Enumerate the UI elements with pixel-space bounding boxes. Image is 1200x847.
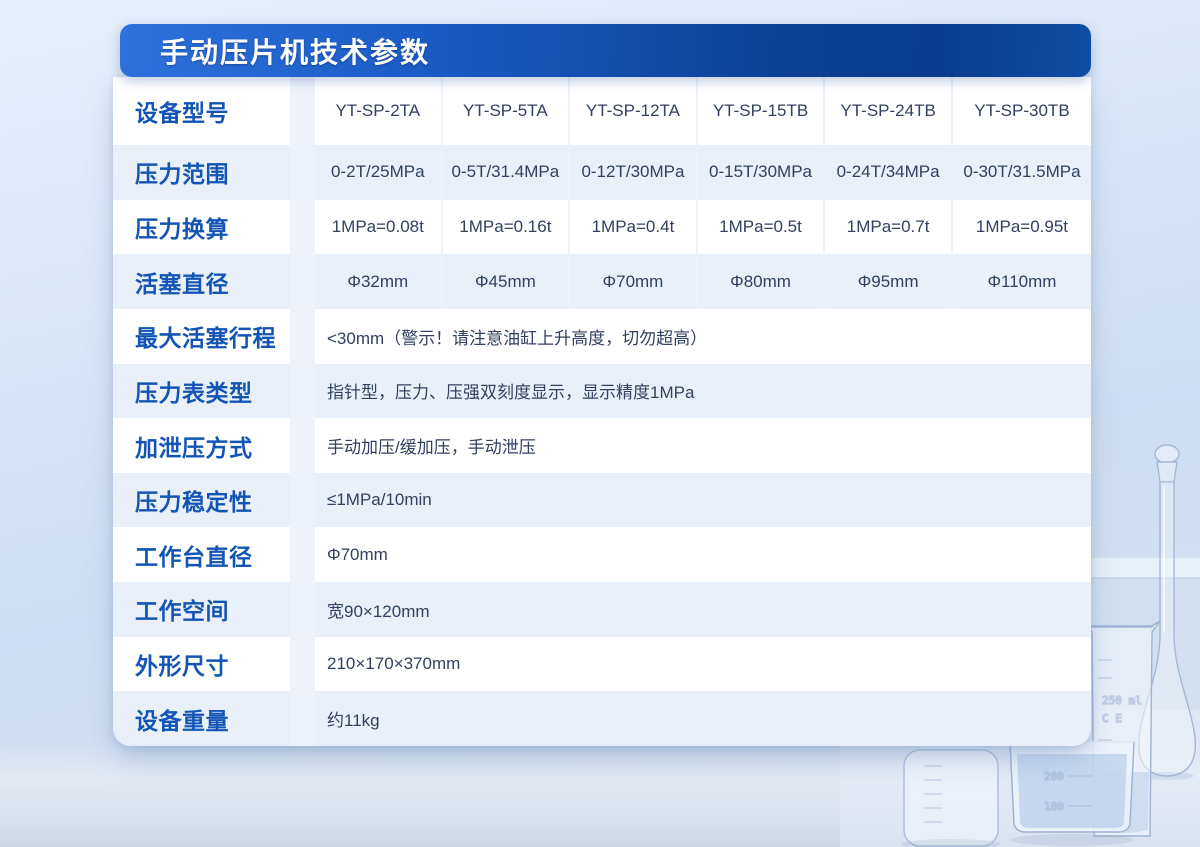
column-gutter	[290, 145, 315, 200]
column-gutter	[290, 418, 315, 473]
model-cell: YT-SP-12TA	[568, 77, 696, 145]
table-row-pressurize-method: 加泄压方式 手动加压/缓加压，手动泄压	[113, 418, 1091, 473]
value-cell: 0-12T/30MPa	[568, 145, 696, 200]
value-cell: 1MPa=0.4t	[568, 199, 696, 255]
value-cell: ≤1MPa/10min	[327, 490, 432, 510]
column-gutter	[290, 636, 315, 692]
value-cell: 1MPa=0.16t	[440, 199, 569, 255]
value-cell: Φ110mm	[950, 254, 1091, 309]
table-row-pressure-range: 压力范围 0-2T/25MPa 0-5T/31.4MPa 0-12T/30MPa…	[113, 145, 1091, 200]
value-cell: 0-30T/31.5MPa	[950, 145, 1091, 200]
table-row-weight: 设备重量 约11kg	[113, 691, 1091, 746]
row-label: 压力表类型	[135, 379, 253, 406]
svg-text:100: 100	[1044, 800, 1064, 813]
table-row-pressure-stability: 压力稳定性 ≤1MPa/10min	[113, 472, 1091, 528]
value-cell: 0-5T/31.4MPa	[440, 145, 569, 200]
svg-text:250 ml: 250 ml	[1102, 694, 1142, 707]
column-gutter	[290, 363, 315, 419]
column-gutter	[290, 254, 315, 309]
value-cell: 1MPa=0.95t	[950, 199, 1091, 255]
row-values: 1MPa=0.08t 1MPa=0.16t 1MPa=0.4t 1MPa=0.5…	[315, 199, 1091, 255]
model-cell: YT-SP-30TB	[950, 77, 1091, 145]
page-title: 手动压片机技术参数	[160, 37, 431, 69]
svg-text:200: 200	[1044, 770, 1064, 783]
value-cell: Φ70mm	[568, 254, 696, 309]
row-label: 活塞直径	[135, 270, 229, 297]
graduated-bottle-icon	[903, 749, 999, 847]
row-values: YT-SP-2TA YT-SP-5TA YT-SP-12TA YT-SP-15T…	[315, 77, 1091, 145]
section-title-banner: 手动压片机技术参数	[120, 24, 1091, 77]
table-row-piston-diameter: 活塞直径 Φ32mm Φ45mm Φ70mm Φ80mm Φ95mm Φ110m…	[113, 254, 1091, 309]
model-cell: YT-SP-2TA	[335, 101, 421, 120]
value-cell: 0-2T/25MPa	[331, 162, 425, 182]
table-row-model: 设备型号 YT-SP-2TA YT-SP-5TA YT-SP-12TA YT-S…	[113, 77, 1091, 145]
spec-table-card: 设备型号 YT-SP-2TA YT-SP-5TA YT-SP-12TA YT-S…	[113, 77, 1091, 746]
value-cell: 手动加压/缓加压，手动泄压	[327, 438, 536, 458]
table-row-working-space: 工作空间 宽90×120mm	[113, 582, 1091, 637]
model-cell: YT-SP-15TB	[695, 77, 824, 145]
value-cell: Φ80mm	[695, 254, 824, 309]
column-gutter	[290, 582, 315, 637]
row-label: 外形尺寸	[135, 653, 229, 680]
row-label: 压力范围	[135, 161, 229, 188]
value-cell: 约11kg	[327, 711, 380, 731]
model-cell: YT-SP-24TB	[823, 77, 951, 145]
row-label: 设备型号	[135, 100, 229, 126]
row-label: 加泄压方式	[135, 434, 253, 461]
page-background: 250 ml C E 200 100 手动压片机技术参数 设备型号 YT-SP-…	[0, 0, 1200, 847]
column-gutter	[290, 77, 315, 145]
table-row-pressure-conversion: 压力换算 1MPa=0.08t 1MPa=0.16t 1MPa=0.4t 1MP…	[113, 199, 1091, 255]
row-label: 压力稳定性	[135, 489, 253, 516]
value-cell: 1MPa=0.5t	[695, 199, 824, 255]
liquid-beaker-icon: 200 100	[1009, 741, 1135, 833]
value-cell: <30mm（警示！请注意油缸上升高度，切勿超高）	[327, 328, 708, 348]
svg-text:C E: C E	[1102, 712, 1122, 725]
value-cell: 0-15T/30MPa	[695, 145, 824, 200]
value-cell: 1MPa=0.08t	[331, 216, 424, 236]
column-gutter	[290, 308, 315, 364]
column-gutter	[290, 472, 315, 528]
value-cell: Φ95mm	[823, 254, 951, 309]
row-label: 工作空间	[135, 598, 229, 625]
value-cell: 210×170×370mm	[327, 654, 461, 674]
table-row-worktable-diameter: 工作台直径 Φ70mm	[113, 527, 1091, 583]
row-label: 最大活塞行程	[135, 325, 276, 352]
table-row-dimensions: 外形尺寸 210×170×370mm	[113, 636, 1091, 692]
value-cell: 0-24T/34MPa	[823, 145, 951, 200]
row-label: 工作台直径	[135, 543, 253, 570]
row-label: 设备重量	[135, 707, 229, 734]
value-cell: 指针型，压力、压强双刻度显示，显示精度1MPa	[327, 383, 695, 403]
value-cell: Φ70mm	[327, 544, 388, 564]
model-cell: YT-SP-5TA	[440, 77, 569, 145]
column-gutter	[290, 691, 315, 746]
value-cell: Φ32mm	[347, 271, 409, 291]
shadow	[1010, 834, 1134, 846]
value-cell: Φ45mm	[440, 254, 569, 309]
row-label: 压力换算	[135, 215, 229, 242]
row-values: Φ32mm Φ45mm Φ70mm Φ80mm Φ95mm Φ110mm	[315, 254, 1091, 309]
row-values: 0-2T/25MPa 0-5T/31.4MPa 0-12T/30MPa 0-15…	[315, 145, 1091, 200]
column-gutter	[290, 527, 315, 583]
value-cell: 1MPa=0.7t	[823, 199, 951, 255]
table-row-max-stroke: 最大活塞行程 <30mm（警示！请注意油缸上升高度，切勿超高）	[113, 308, 1091, 364]
value-cell: 宽90×120mm	[327, 601, 430, 621]
column-gutter	[290, 199, 315, 255]
table-row-gauge-type: 压力表类型 指针型，压力、压强双刻度显示，显示精度1MPa	[113, 363, 1091, 419]
